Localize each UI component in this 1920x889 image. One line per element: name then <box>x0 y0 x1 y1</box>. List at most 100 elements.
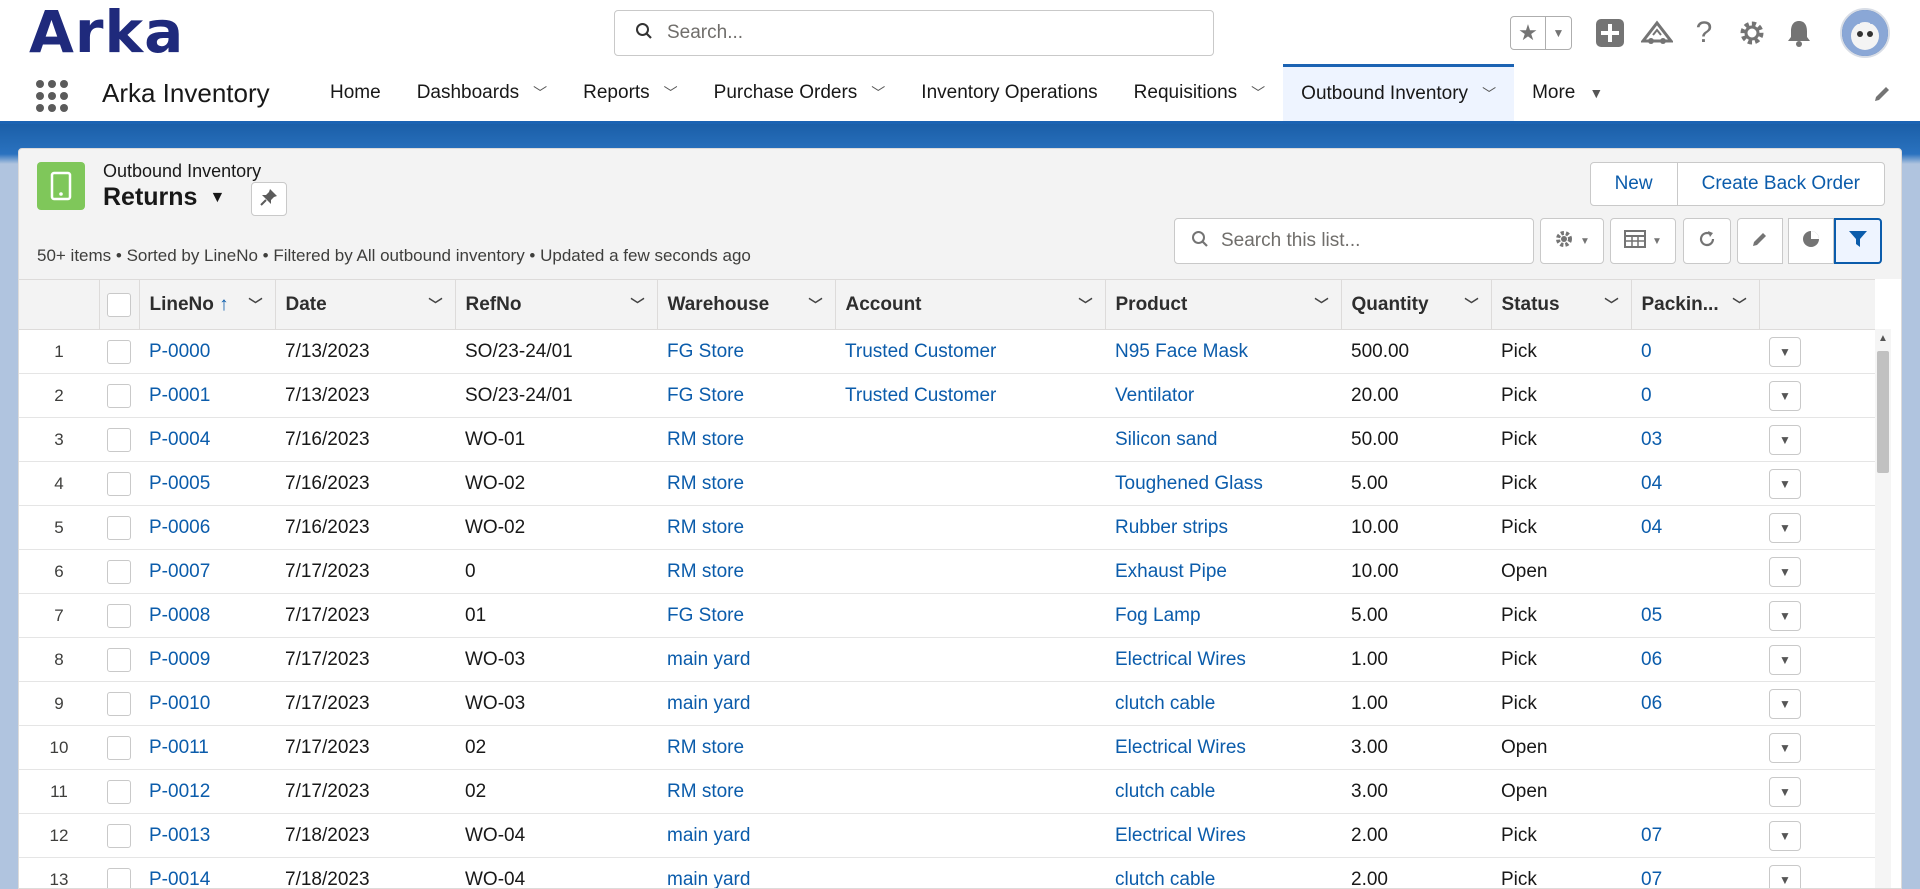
column-header-account[interactable]: Account ﹀ <box>834 279 1105 330</box>
list-search-box[interactable] <box>1174 218 1534 264</box>
list-view-controls-button[interactable]: ▼ <box>1540 218 1604 264</box>
product-link[interactable]: Electrical Wires <box>1115 737 1246 758</box>
warehouse-link[interactable]: FG Store <box>667 341 744 362</box>
pencil-icon[interactable] <box>1872 84 1892 109</box>
global-search-box[interactable] <box>614 10 1214 56</box>
chevron-down-icon[interactable]: ▼ <box>1546 17 1571 49</box>
inline-edit-button[interactable] <box>1737 218 1783 264</box>
tab-requisitions[interactable]: Requisitions ﹀ <box>1116 64 1284 121</box>
lineno-link[interactable]: P-0006 <box>149 517 210 538</box>
charts-button[interactable] <box>1788 218 1834 264</box>
lineno-link[interactable]: P-0008 <box>149 605 210 626</box>
product-link[interactable]: Fog Lamp <box>1115 605 1201 626</box>
lineno-link[interactable]: P-0007 <box>149 561 210 582</box>
warehouse-link[interactable]: main yard <box>667 869 750 889</box>
row-actions-button[interactable]: ▼ <box>1769 820 1801 851</box>
add-icon[interactable] <box>1593 16 1627 50</box>
account-link[interactable]: Trusted Customer <box>845 341 996 362</box>
caret-down-icon[interactable]: ▼ <box>209 189 225 207</box>
trailhead-icon[interactable] <box>1640 16 1674 50</box>
lineno-link[interactable]: P-0009 <box>149 649 210 670</box>
product-link[interactable]: clutch cable <box>1115 693 1215 714</box>
chevron-down-icon[interactable]: ﹀ <box>809 295 823 315</box>
lineno-link[interactable]: P-0001 <box>149 385 210 406</box>
column-header-packing[interactable]: Packin... ﹀ <box>1630 279 1759 330</box>
column-header-refno[interactable]: RefNo ﹀ <box>454 279 657 330</box>
warehouse-link[interactable]: RM store <box>667 429 744 450</box>
lineno-link[interactable]: P-0014 <box>149 869 210 889</box>
chevron-down-icon[interactable]: ﹀ <box>1079 295 1093 315</box>
chevron-down-icon[interactable]: ﹀ <box>1733 295 1747 315</box>
setup-gear-icon[interactable] <box>1735 16 1769 50</box>
bell-icon[interactable] <box>1782 16 1816 50</box>
lineno-link[interactable]: P-0010 <box>149 693 210 714</box>
product-link[interactable]: Electrical Wires <box>1115 649 1246 670</box>
column-header-warehouse[interactable]: Warehouse ﹀ <box>656 279 835 330</box>
row-actions-button[interactable]: ▼ <box>1769 380 1801 411</box>
row-actions-button[interactable]: ▼ <box>1769 336 1801 367</box>
product-link[interactable]: clutch cable <box>1115 869 1215 889</box>
row-actions-button[interactable]: ▼ <box>1769 468 1801 499</box>
warehouse-link[interactable]: RM store <box>667 737 744 758</box>
warehouse-link[interactable]: RM store <box>667 781 744 802</box>
packing-link[interactable]: 05 <box>1641 605 1662 626</box>
warehouse-link[interactable]: FG Store <box>667 385 744 406</box>
lineno-link[interactable]: P-0004 <box>149 429 210 450</box>
product-link[interactable]: Rubber strips <box>1115 517 1228 538</box>
packing-link[interactable]: 06 <box>1641 649 1662 670</box>
chevron-down-icon[interactable]: ﹀ <box>249 295 263 315</box>
chevron-down-icon[interactable]: ﹀ <box>533 83 547 103</box>
warehouse-link[interactable]: main yard <box>667 649 750 670</box>
row-checkbox[interactable] <box>107 383 131 408</box>
new-button[interactable]: New <box>1591 163 1677 205</box>
pin-list-button[interactable] <box>251 182 287 216</box>
packing-link[interactable]: 0 <box>1641 341 1652 362</box>
packing-link[interactable]: 04 <box>1641 473 1662 494</box>
refresh-button[interactable] <box>1683 218 1731 264</box>
row-checkbox[interactable] <box>107 647 131 672</box>
warehouse-link[interactable]: FG Store <box>667 605 744 626</box>
tab-more[interactable]: More ▼ <box>1514 64 1621 121</box>
chevron-down-icon[interactable]: ﹀ <box>871 83 885 103</box>
row-checkbox[interactable] <box>107 515 131 540</box>
list-view-selector[interactable]: Returns ▼ <box>103 183 225 212</box>
chevron-down-icon[interactable]: ﹀ <box>1251 83 1265 103</box>
packing-link[interactable]: 03 <box>1641 429 1662 450</box>
chevron-down-icon[interactable]: ﹀ <box>1315 295 1329 315</box>
list-search-input[interactable] <box>1221 230 1521 252</box>
tab-outbound-inventory[interactable]: Outbound Inventory ﹀ <box>1283 64 1515 121</box>
lineno-link[interactable]: P-0011 <box>149 737 209 758</box>
global-search-input[interactable] <box>667 22 1187 44</box>
row-checkbox[interactable] <box>107 735 131 760</box>
row-checkbox[interactable] <box>107 867 131 888</box>
scroll-thumb[interactable] <box>1877 351 1889 473</box>
filter-button[interactable] <box>1834 218 1882 264</box>
product-link[interactable]: clutch cable <box>1115 781 1215 802</box>
column-header-status[interactable]: Status ﹀ <box>1490 279 1631 330</box>
column-header-quantity[interactable]: Quantity ﹀ <box>1340 279 1491 330</box>
row-checkbox[interactable] <box>107 339 131 364</box>
row-checkbox[interactable] <box>107 779 131 804</box>
app-launcher-icon[interactable] <box>36 80 68 112</box>
chevron-down-icon[interactable]: ﹀ <box>1482 84 1496 104</box>
company-logo[interactable]: Arka <box>29 2 184 62</box>
product-link[interactable]: Silicon sand <box>1115 429 1217 450</box>
chevron-down-icon[interactable]: ﹀ <box>1605 295 1619 315</box>
avatar[interactable] <box>1840 8 1890 58</box>
warehouse-link[interactable]: RM store <box>667 517 744 538</box>
row-checkbox[interactable] <box>107 559 131 584</box>
warehouse-link[interactable]: RM store <box>667 473 744 494</box>
lineno-link[interactable]: P-0005 <box>149 473 210 494</box>
chevron-down-icon[interactable]: ﹀ <box>631 295 645 315</box>
row-actions-button[interactable]: ▼ <box>1769 776 1801 807</box>
row-checkbox[interactable] <box>107 823 131 848</box>
scroll-up-icon[interactable]: ▲ <box>1878 333 1888 344</box>
warehouse-link[interactable]: main yard <box>667 825 750 846</box>
help-icon[interactable]: ? <box>1687 16 1721 50</box>
row-checkbox[interactable] <box>107 427 131 452</box>
chevron-down-icon[interactable]: ﹀ <box>429 295 443 315</box>
table-scrollbar[interactable]: ▲ <box>1875 329 1891 888</box>
chevron-down-icon[interactable]: ﹀ <box>1465 295 1479 315</box>
row-actions-button[interactable]: ▼ <box>1769 424 1801 455</box>
lineno-link[interactable]: P-0012 <box>149 781 210 802</box>
